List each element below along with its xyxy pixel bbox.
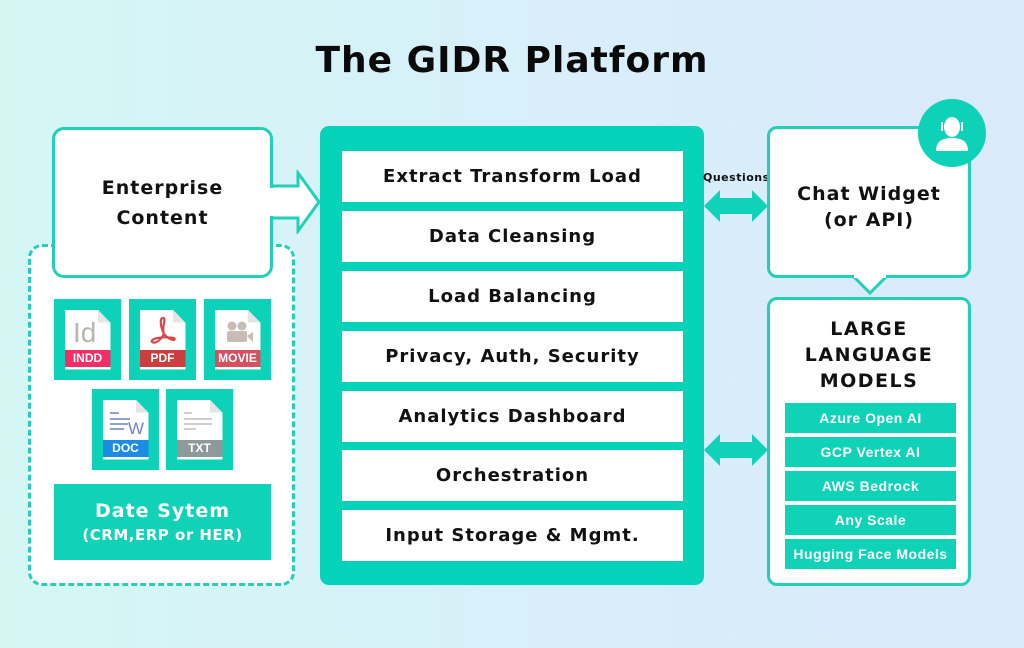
llm-title: LARGE LANGUAGE MODELS	[770, 316, 968, 394]
platform-layer-etl: Extract Transform Load	[342, 151, 683, 202]
llm-provider-anyscale: Any Scale	[785, 505, 956, 535]
txt-file-icon	[183, 411, 212, 430]
file-label: INDD	[64, 349, 111, 367]
llm-title-line: LARGE	[830, 318, 908, 340]
chat-widget-line1: Chat Widget	[797, 183, 941, 205]
bidirectional-arrow-icon	[704, 190, 768, 222]
data-system-subtitle: (CRM,ERP or HER)	[82, 526, 243, 544]
file-label: TXT	[176, 439, 223, 457]
llm-provider-gcp: GCP Vertex AI	[785, 437, 956, 467]
data-system-box: Date Sytem (CRM,ERP or HER)	[54, 484, 271, 560]
questions-label: Questions	[703, 171, 770, 184]
file-label: MOVIE	[214, 349, 261, 367]
platform-layer-storage: Input Storage & Mgmt.	[342, 510, 683, 561]
file-tile-movie: MOVIE	[204, 299, 271, 380]
llm-box: LARGE LANGUAGE MODELS Azure Open AI GCP …	[767, 297, 971, 586]
arrow-right-icon	[270, 170, 321, 234]
file-label: DOC	[102, 439, 149, 457]
llm-provider-aws: AWS Bedrock	[785, 471, 956, 501]
enterprise-content-line1: Enterprise	[101, 176, 224, 199]
platform-layer-data-cleansing: Data Cleansing	[342, 211, 683, 262]
file-tile-pdf: PDF	[129, 299, 196, 380]
llm-title-line: MODELS	[819, 370, 919, 392]
platform-layer-orchestration: Orchestration	[342, 450, 683, 501]
file-tile-doc: W DOC	[92, 389, 159, 470]
llm-provider-huggingface: Hugging Face Models	[785, 539, 956, 569]
speech-tail	[850, 275, 890, 296]
llm-provider-azure: Azure Open AI	[785, 403, 956, 433]
indesign-file-icon: Id	[73, 317, 96, 348]
doc-file-icon: W	[109, 411, 144, 438]
platform-layer-analytics: Analytics Dashboard	[342, 391, 683, 442]
user-avatar	[918, 99, 986, 167]
svg-text:W: W	[128, 419, 144, 438]
svg-text:Id: Id	[73, 317, 96, 348]
file-tile-indd: Id INDD	[54, 299, 121, 380]
pdf-file-icon	[150, 316, 176, 344]
file-label: PDF	[139, 349, 186, 367]
enterprise-content-box: Enterprise Content	[52, 127, 273, 278]
file-tile-txt: TXT	[166, 389, 233, 470]
gidr-platform-panel: Extract Transform Load Data Cleansing Lo…	[320, 126, 704, 585]
movie-file-icon	[226, 321, 253, 342]
diagram-title: The GIDR Platform	[315, 40, 709, 81]
platform-layer-security: Privacy, Auth, Security	[342, 331, 683, 382]
data-system-title: Date Sytem	[94, 500, 230, 522]
user-headset-icon	[936, 117, 968, 151]
bidirectional-arrow-icon	[704, 434, 768, 466]
enterprise-content-line2: Content	[116, 206, 209, 229]
platform-layer-load-balancing: Load Balancing	[342, 271, 683, 322]
llm-title-line: LANGUAGE	[804, 344, 934, 366]
chat-widget-line2: (or API)	[823, 209, 915, 231]
